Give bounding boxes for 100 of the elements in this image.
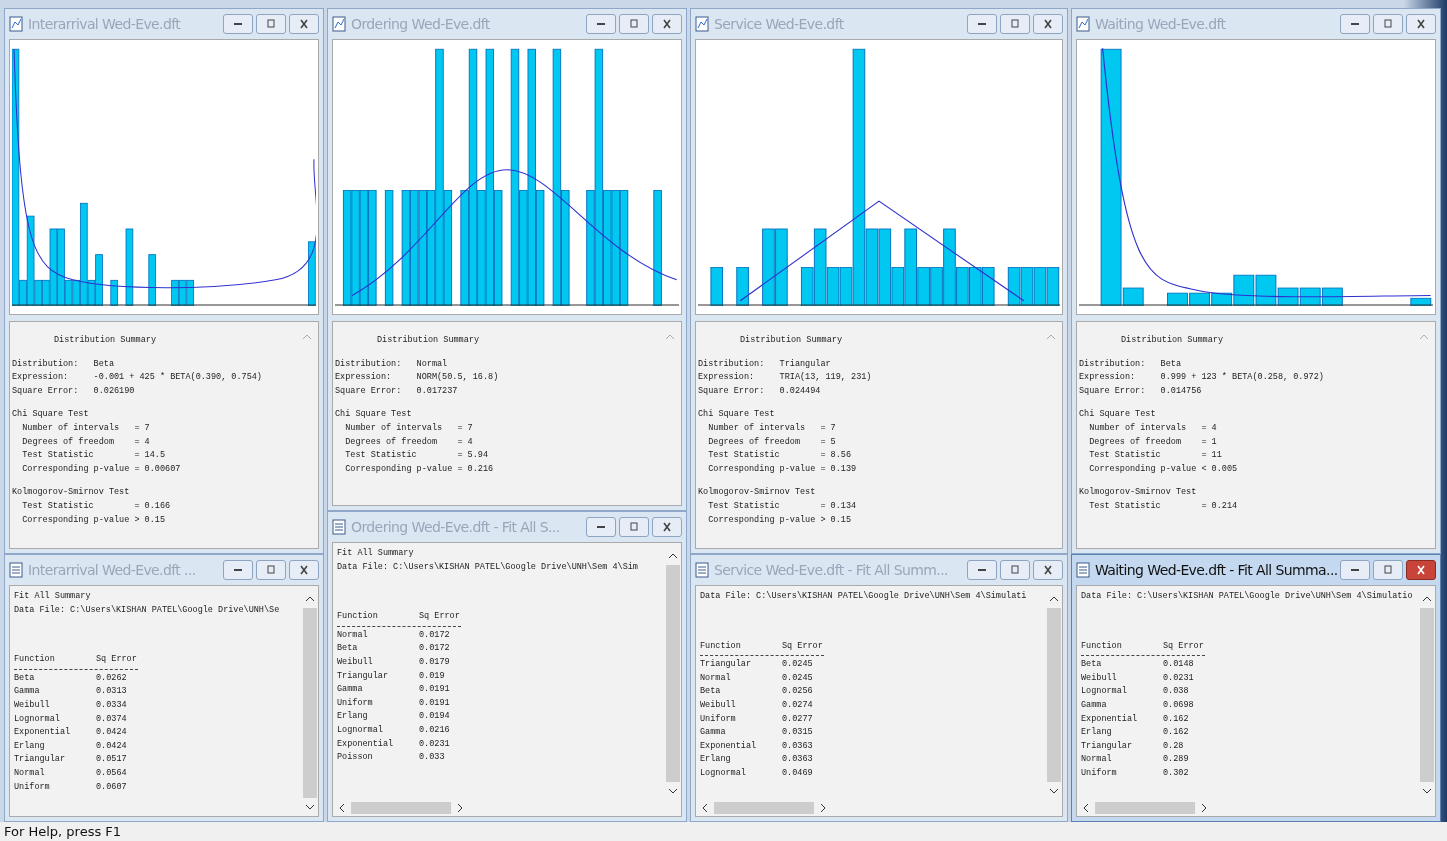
document-icon: [332, 519, 348, 535]
table-cell-text: Lognormal: [700, 766, 747, 780]
scroll-up-icon[interactable]: [305, 596, 315, 602]
table-cell-text: Erlang: [1081, 726, 1113, 740]
scroll-down-icon[interactable]: [668, 788, 678, 794]
test-line: Corresponding p-value = 0.00607: [21, 462, 182, 476]
close-button[interactable]: [1033, 14, 1063, 34]
minimize-button[interactable]: [223, 560, 253, 580]
minimize-button[interactable]: [1340, 14, 1370, 34]
document-icon: [1076, 562, 1092, 578]
test-title: Chi Square Test: [335, 408, 413, 422]
document-icon: [695, 562, 711, 578]
test-line: Corresponding p-value < 0.005: [1088, 462, 1239, 476]
fit-header-line: Fit All Summary: [337, 547, 415, 560]
histogram-bar: [1033, 267, 1047, 306]
scrollbar-thumb[interactable]: [666, 565, 680, 782]
table-cell-text: 0.0231: [419, 737, 450, 751]
close-button[interactable]: [1033, 560, 1063, 580]
table-cell-text: Triangular: [700, 658, 752, 672]
scroll-left-icon[interactable]: [339, 803, 345, 813]
histogram-bar: [1020, 267, 1034, 306]
minimize-button[interactable]: [223, 14, 253, 34]
histogram-bar: [981, 267, 995, 306]
test-line: Degrees of freedom = 4: [21, 435, 151, 449]
scroll-up-icon[interactable]: [668, 553, 678, 559]
scroll-left-icon[interactable]: [1083, 803, 1089, 813]
scrollbar-thumb[interactable]: [714, 802, 814, 814]
scroll-up-icon[interactable]: [1049, 596, 1059, 602]
test-line: Number of intervals = 7: [707, 421, 837, 435]
scroll-down-icon[interactable]: [305, 804, 315, 810]
column-header: Sq Error: [96, 653, 137, 667]
table-cell-text: 0.28: [1163, 739, 1184, 753]
close-button[interactable]: [1406, 14, 1436, 34]
scroll-right-icon[interactable]: [457, 803, 463, 813]
scroll-right-icon[interactable]: [820, 803, 826, 813]
scrollbar-thumb[interactable]: [1047, 608, 1061, 782]
column-header: Sq Error: [782, 639, 823, 653]
scrollbar-thumb[interactable]: [1095, 802, 1195, 814]
summary-heading: Distribution Summary: [739, 334, 844, 347]
table-cell-text: Exponential: [14, 726, 72, 740]
minimize-button[interactable]: [1340, 560, 1370, 580]
table-cell-text: 0.302: [1163, 766, 1189, 780]
scroll-left-icon[interactable]: [702, 803, 708, 813]
close-button[interactable]: [289, 560, 319, 580]
table-cell-text: Beta: [14, 671, 36, 685]
scrollbar-thumb[interactable]: [303, 608, 317, 798]
scroll-down-icon[interactable]: [1049, 788, 1059, 794]
chart-document-icon: [332, 16, 348, 32]
chart-document-icon: [9, 16, 25, 32]
window-title: Service Wed-Eve.dft: [714, 16, 845, 32]
test-line: Test Statistic = 11: [1088, 449, 1223, 463]
table-cell-text: 0.0216: [419, 723, 450, 737]
test-line: Number of intervals = 7: [21, 421, 151, 435]
table-cell-text: Weibull: [1081, 671, 1118, 685]
maximize-icon: [1381, 19, 1395, 29]
test-line: Test Statistic = 0.134: [707, 499, 858, 513]
test-title: Kolmogorov-Smirnov Test: [12, 486, 131, 500]
test-title: Kolmogorov-Smirnov Test: [698, 486, 817, 500]
column-header: Function: [337, 610, 379, 624]
table-cell: 0.0315: [782, 726, 813, 740]
fit-header-line: Data File: C:\Users\KISHAN PATEL\Google Drive\UNH\Sem 4\Simulati: [700, 590, 1028, 603]
table-cell-text: 0.0469: [782, 766, 813, 780]
test-line: Corresponding p-value > 0.15: [707, 513, 853, 527]
scroll-up-icon[interactable]: [1422, 596, 1432, 602]
scrollbar-thumb[interactable]: [351, 802, 451, 814]
table-cell: 0.0191: [419, 683, 450, 697]
table-cell-text: Uniform: [337, 696, 374, 710]
summary-heading: Distribution Summary: [376, 334, 481, 347]
close-button[interactable]: [289, 14, 319, 34]
column-header: Sq Error: [1163, 639, 1204, 653]
test-line: Test Statistic = 5.94: [344, 449, 490, 463]
summary-heading: Distribution Summary: [1120, 334, 1225, 347]
minimize-button[interactable]: [967, 14, 997, 34]
test-title: Chi Square Test: [1079, 408, 1157, 422]
summary-line: Square Error: 0.017237: [335, 384, 459, 398]
window-title: Interarrival Wed-Eve.dft ...: [28, 562, 197, 578]
histogram-bar: [1007, 267, 1021, 306]
table-cell: 0.0194: [419, 710, 450, 724]
minimize-button[interactable]: [586, 517, 616, 537]
close-button[interactable]: [1406, 560, 1436, 580]
maximize-icon: [1008, 565, 1022, 575]
minimize-button[interactable]: [967, 560, 997, 580]
close-icon: [1041, 565, 1055, 575]
close-button[interactable]: [652, 14, 682, 34]
histogram-bar: [1046, 267, 1060, 306]
test-line: Test Statistic = 0.214: [1088, 499, 1239, 513]
scrollbar-thumb[interactable]: [1420, 608, 1434, 782]
minimize-button[interactable]: [586, 14, 616, 34]
close-button[interactable]: [652, 517, 682, 537]
table-cell-text: Weibull: [14, 698, 51, 712]
table-cell-text: Exponential: [337, 737, 395, 751]
summary-heading: Distribution Summary: [53, 334, 158, 347]
summary-line: Distribution: Triangular: [698, 357, 832, 371]
window-title: Waiting Wed-Eve.dft: [1095, 16, 1227, 32]
scroll-right-icon[interactable]: [1201, 803, 1207, 813]
table-cell-text: 0.0424: [96, 739, 127, 753]
table-cell: 0.0172: [419, 642, 450, 656]
column-header: Function: [700, 639, 742, 653]
scroll-down-icon[interactable]: [1422, 788, 1432, 794]
fit-header-line: Data File: C:\Users\KISHAN PATEL\Google Drive\UNH\Sem 4\Sim: [337, 560, 639, 574]
